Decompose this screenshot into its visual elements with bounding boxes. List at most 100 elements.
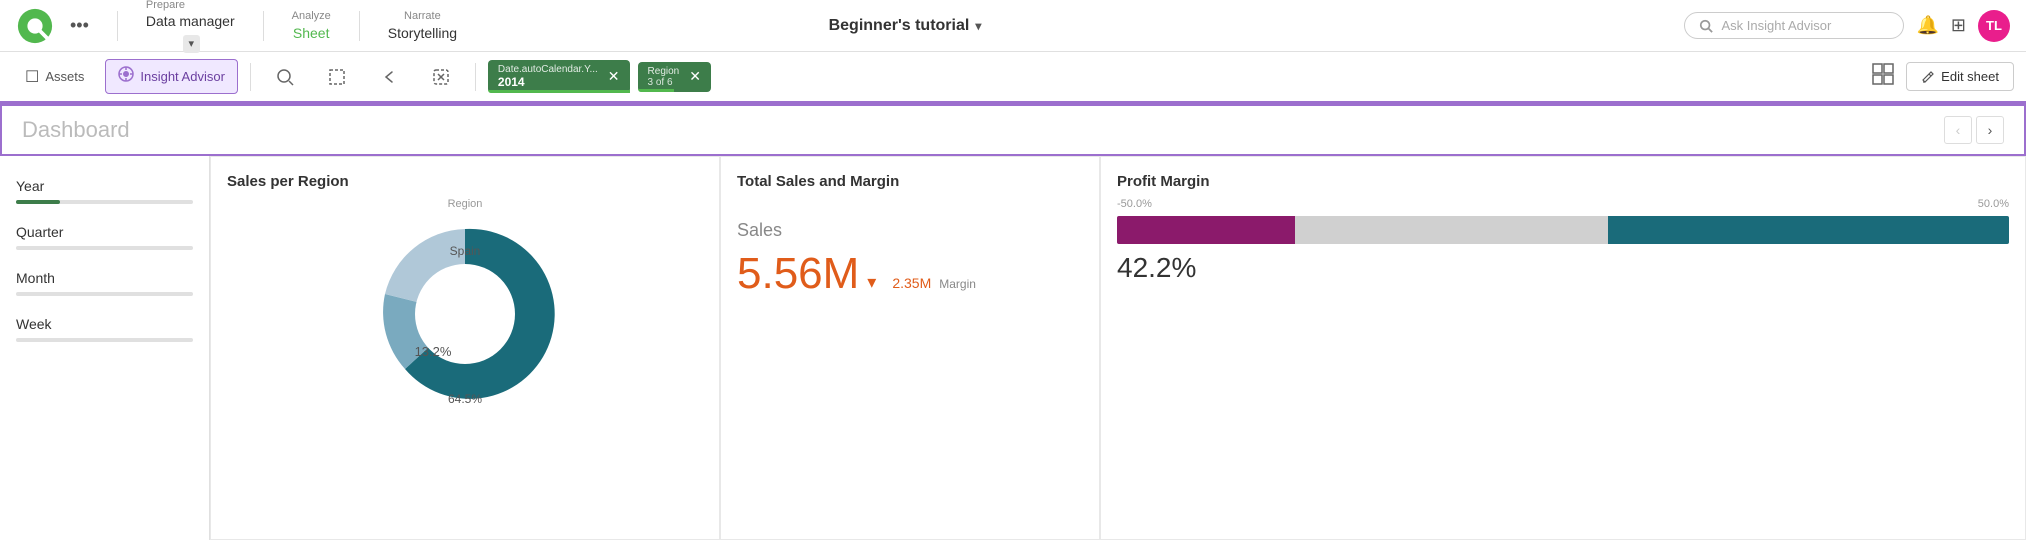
margin-value: 2.35M [892,275,931,291]
filter-week[interactable]: Week [0,306,209,352]
profit-panel: Profit Margin -50.0% 50.0% 42.2% [1100,156,2026,540]
filter-quarter-slider[interactable] [16,246,193,250]
dashboard-header: Dashboard ‹ › [0,104,2026,156]
prepare-title: Data manager [146,12,235,30]
narrate-title: Storytelling [388,24,457,42]
profit-bar-neutral [1295,216,1607,244]
search-box[interactable]: Ask Insight Advisor [1684,12,1904,39]
filter-chip-region[interactable]: Region 3 of 6 ✕ [638,62,711,92]
filter-week-label: Week [16,316,193,332]
nav-separator [117,11,118,41]
nav-analyze[interactable]: Analyze Sheet [276,5,347,45]
filter-quarter[interactable]: Quarter [0,214,209,260]
toolbar: ☐ Assets Insight Advisor [0,52,2026,104]
prepare-label: Prepare [146,0,185,12]
assets-label: Assets [45,69,84,84]
sales-region-subtitle: Region [227,198,703,210]
filter-year-slider[interactable] [16,200,193,204]
nav-prepare[interactable]: Prepare Data manager ▾ [130,0,251,57]
edit-sheet-button[interactable]: Edit sheet [1906,62,2014,91]
total-sales-panel: Total Sales and Margin Sales 5.56M ▾ 2.3… [720,156,1100,540]
clear-button[interactable] [419,61,463,93]
lasso-button[interactable] [315,61,359,93]
margin-arrow: ▾ [867,272,876,293]
nav-separator-2 [263,11,264,41]
filter-month-slider[interactable] [16,292,193,296]
donut-chart: Spain 13.2% 64.5% [365,214,565,414]
filter-chip-date-close[interactable]: ✕ [608,68,620,85]
sales-region-title: Sales per Region [227,173,703,190]
app-title[interactable]: Beginner's tutorial ▾ [829,17,982,35]
profit-pct: 42.2% [1117,252,2009,284]
app-title-text: Beginner's tutorial [829,17,970,35]
app-title-chevron: ▾ [975,19,981,33]
sales-figures: 5.56M ▾ 2.35M Margin [737,249,1083,299]
search-icon [1699,19,1713,33]
charts-area: Sales per Region Region Spain 13.2% 64 [210,156,2026,540]
nav-narrate[interactable]: Narrate Storytelling [372,5,473,45]
assets-icon: ☐ [25,67,39,87]
narrate-label: Narrate [404,9,441,23]
profit-bar-positive [1608,216,2009,244]
filter-chip-date-value: 2014 [498,75,598,89]
percent1-label: 13.2% [415,344,452,359]
main-content: Year Quarter Month Week Sale [0,156,2026,540]
insight-advisor-button[interactable]: Insight Advisor [105,59,238,94]
filter-chip-region-label: Region [648,66,680,77]
filter-chip-region-value: 3 of 6 [648,77,680,88]
filter-chip-date[interactable]: Date.autoCalendar.Y... 2014 ✕ [488,60,630,93]
grid-view-button[interactable] [1868,59,1898,95]
toolbar-separator-1 [250,63,251,91]
grid-view-icon [1872,63,1894,85]
profit-axis-left: -50.0% [1117,198,1152,210]
nav-prev-button[interactable]: ‹ [1944,116,1972,144]
insight-svg [118,66,134,82]
profit-title: Profit Margin [1117,173,2009,190]
nav-separator-3 [359,11,360,41]
apps-grid-icon[interactable]: ⊞ [1951,15,1966,36]
filter-chip-region-close[interactable]: ✕ [689,68,701,85]
insight-label: Insight Advisor [140,69,225,84]
insight-icon [118,66,134,87]
edit-sheet-label: Edit sheet [1941,69,1999,84]
user-avatar[interactable]: TL [1978,10,2010,42]
filter-year[interactable]: Year [0,168,209,214]
back-button[interactable] [367,61,411,93]
filter-quarter-label: Quarter [16,224,193,240]
profit-bar [1117,216,2009,244]
lasso-icon [328,68,346,86]
clear-icon [432,68,450,86]
profit-axis: -50.0% 50.0% [1117,198,2009,210]
bell-icon[interactable]: 🔔 [1916,15,1938,36]
more-options-icon[interactable]: ••• [70,15,89,36]
assets-button[interactable]: ☐ Assets [12,60,97,94]
filter-month-label: Month [16,270,193,286]
sales-value: 5.56M [737,249,859,299]
back-icon [380,68,398,86]
filter-year-label: Year [16,178,193,194]
prepare-dropdown-arrow[interactable]: ▾ [183,35,201,53]
profit-bar-negative [1117,216,1295,244]
toolbar-right: Edit sheet [1868,59,2014,95]
margin-label: Margin [939,277,976,291]
spain-label: Spain [450,244,481,258]
toolbar-separator-2 [475,63,476,91]
sales-label: Sales [737,220,1083,241]
search-placeholder: Ask Insight Advisor [1721,18,1831,33]
sidebar: Year Quarter Month Week [0,156,210,540]
nav-arrows: ‹ › [1944,116,2004,144]
filter-month[interactable]: Month [0,260,209,306]
profit-axis-right: 50.0% [1978,198,2009,210]
nav-right: Ask Insight Advisor 🔔 ⊞ TL [1684,10,2010,42]
top-nav: ••• Prepare Data manager ▾ Analyze Sheet… [0,0,2026,52]
percent2-label: 64.5% [448,392,482,406]
smart-search-button[interactable] [263,61,307,93]
analyze-title: Sheet [293,24,330,42]
nav-next-button[interactable]: › [1976,116,2004,144]
smart-search-icon [276,68,294,86]
analyze-label: Analyze [292,9,331,23]
total-sales-title: Total Sales and Margin [737,173,1083,190]
edit-icon [1921,70,1935,84]
qlik-logo[interactable] [16,7,54,45]
filter-week-slider[interactable] [16,338,193,342]
